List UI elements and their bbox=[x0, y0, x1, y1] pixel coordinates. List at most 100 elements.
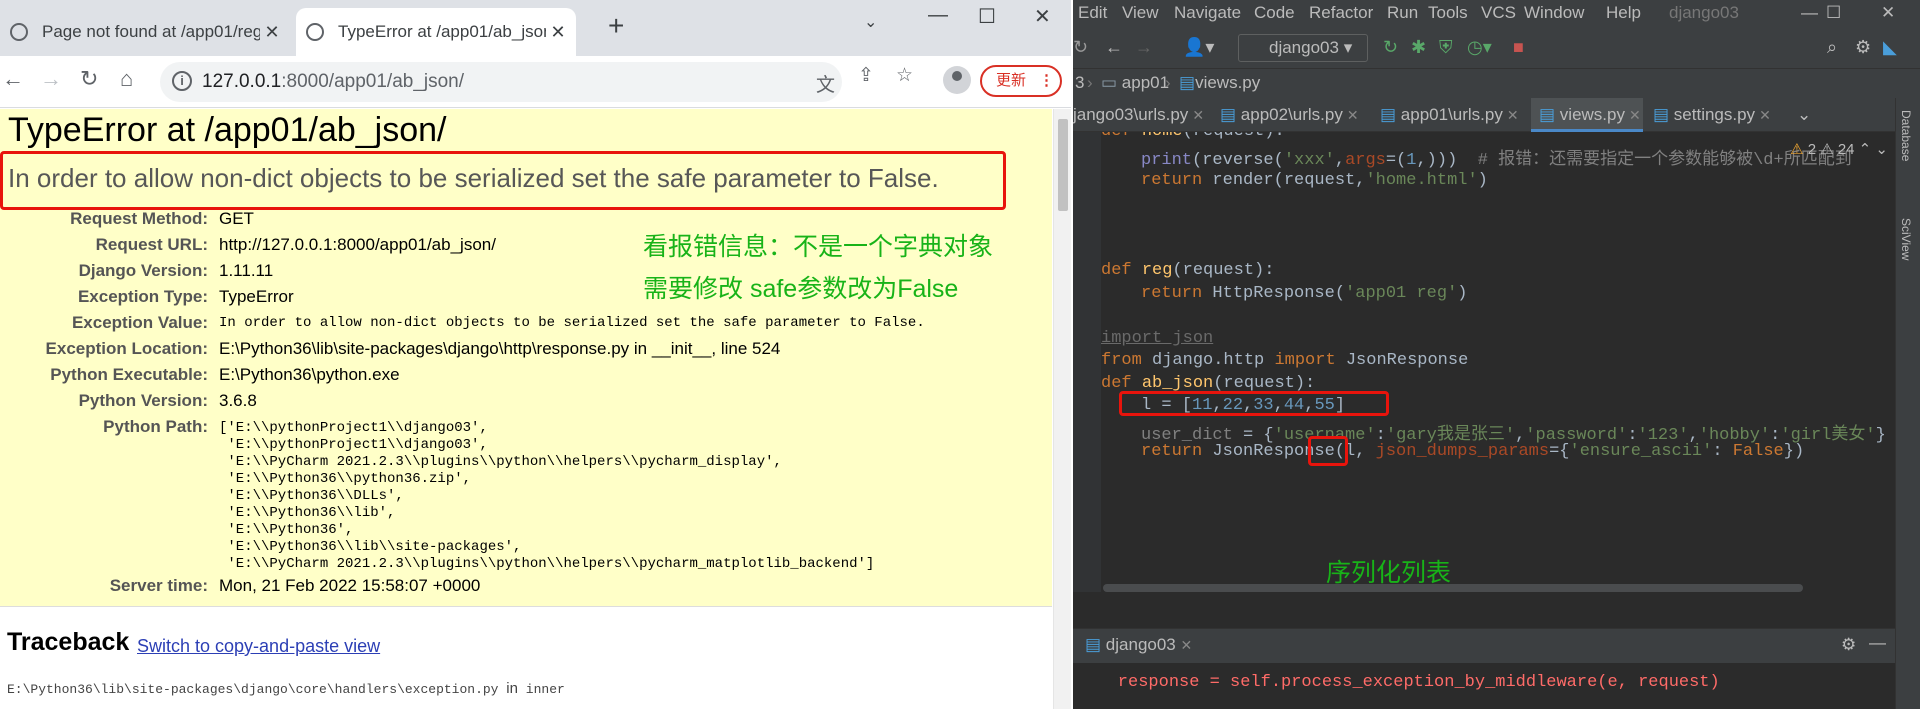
minimize-icon[interactable]: — bbox=[1801, 3, 1818, 23]
tab-strip: Page not found at /app01/reg ✕ TypeError… bbox=[0, 0, 1071, 56]
tab-search-icon[interactable]: ⌄ bbox=[864, 12, 877, 32]
page-scrollbar[interactable] bbox=[1053, 109, 1071, 709]
gear-icon[interactable]: ⚙ bbox=[1855, 37, 1871, 58]
minimize-icon[interactable]: — bbox=[928, 4, 948, 27]
code-line: print(reverse('xxx',args=(1,))) # 报错：还需要… bbox=[1141, 151, 1852, 170]
copy-paste-view-link[interactable]: Switch to copy-and-paste view bbox=[137, 636, 380, 657]
tab-label: settings.py bbox=[1673, 105, 1756, 124]
inspection-widget[interactable]: ⚠ 2 ⚠ 24 ⌃ ⌄ bbox=[1790, 140, 1888, 158]
gear-icon[interactable]: ⚙ bbox=[1841, 635, 1856, 655]
menu-run[interactable]: Run bbox=[1387, 3, 1418, 23]
scrollbar-thumb[interactable] bbox=[1058, 119, 1068, 211]
tab-app02-urls[interactable]: ▤ app02\urls.py ✕ bbox=[1220, 98, 1370, 132]
python-file-icon: ▤ bbox=[1380, 105, 1397, 124]
debug-icon[interactable]: ✱ bbox=[1411, 37, 1426, 58]
meta-value: TypeError bbox=[219, 287, 294, 306]
forward-arrow-icon[interactable]: → bbox=[1135, 37, 1153, 58]
stop-icon[interactable]: ■ bbox=[1513, 37, 1524, 58]
tab-django03-urls[interactable]: jango03\urls.py ✕ bbox=[1073, 98, 1215, 132]
python-file-icon: ▤ bbox=[1085, 635, 1102, 654]
folder-icon: ▭ bbox=[1101, 73, 1118, 92]
menu-edit[interactable]: Edit bbox=[1078, 3, 1107, 23]
bookmark-star-icon[interactable]: ☆ bbox=[896, 64, 913, 87]
new-tab-button[interactable]: + bbox=[608, 10, 624, 42]
site-info-icon[interactable]: i bbox=[172, 71, 192, 91]
translate-icon[interactable]: 文 bbox=[816, 70, 835, 97]
back-arrow-icon[interactable]: ← bbox=[2, 66, 24, 92]
menu-help[interactable]: Help bbox=[1606, 3, 1641, 23]
run-config-select[interactable]: django03 ▾ bbox=[1238, 34, 1368, 62]
python-file-icon: ▤ bbox=[1220, 105, 1237, 124]
close-tab-icon[interactable]: ✕ bbox=[1507, 107, 1519, 123]
highlight-box bbox=[1119, 391, 1389, 416]
close-tab-icon[interactable]: ✕ bbox=[1629, 107, 1641, 123]
tab-app01-urls[interactable]: ▤ app01\urls.py ✕ bbox=[1380, 98, 1536, 132]
hide-panel-icon[interactable]: — bbox=[1869, 633, 1886, 653]
address-bar[interactable]: i 127.0.0.1:8000/app01/ab_json/ 文 bbox=[160, 62, 842, 102]
tab-settings[interactable]: ▤ settings.py ✕ bbox=[1653, 98, 1793, 132]
menu-window[interactable]: Window bbox=[1524, 3, 1584, 23]
tab-views[interactable]: ▤ views.py ✕ bbox=[1531, 98, 1643, 132]
annotation-line: 需要修改 safe参数改为False bbox=[643, 275, 959, 303]
close-tab-icon[interactable]: ✕ bbox=[260, 22, 284, 43]
run-config-label: django03 bbox=[1269, 38, 1339, 57]
code-line: import json bbox=[1101, 329, 1214, 348]
forward-arrow-icon[interactable]: → bbox=[40, 66, 62, 92]
tab-label: views.py bbox=[1559, 105, 1625, 124]
profile-avatar[interactable] bbox=[943, 66, 971, 94]
maximize-icon[interactable]: ☐ bbox=[978, 4, 996, 29]
warning-count: 2 bbox=[1807, 141, 1817, 158]
meta-value: 1.11.11 bbox=[219, 261, 274, 280]
maximize-icon[interactable]: ☐ bbox=[1826, 3, 1841, 23]
close-window-icon[interactable]: ✕ bbox=[1881, 3, 1895, 23]
browser-tab-page-not-found[interactable]: Page not found at /app01/reg ✕ bbox=[0, 8, 290, 56]
profile-icon[interactable]: ◷▾ bbox=[1467, 37, 1492, 58]
url-text[interactable]: 127.0.0.1:8000/app01/ab_json/ bbox=[202, 71, 464, 93]
menu-navigate[interactable]: Navigate bbox=[1174, 3, 1241, 23]
annotation-note: 看报错信息：不是一个字典对象 需要修改 safe参数改为False bbox=[643, 226, 993, 310]
code-area[interactable]: def home(request): print(reverse('xxx',a… bbox=[1101, 132, 1895, 592]
meta-key: Request Method: bbox=[70, 209, 208, 228]
more-menu-icon[interactable]: ⋮ bbox=[1039, 67, 1054, 95]
menu-vcs[interactable]: VCS bbox=[1481, 3, 1516, 23]
browser-tab-typeerror[interactable]: TypeError at /app01/ab_json/ ✕ bbox=[296, 8, 576, 56]
breadcrumb-file[interactable]: ▤views.py bbox=[1179, 73, 1260, 93]
url-path: :8000/app01/ab_json/ bbox=[281, 71, 465, 92]
menu-bar: Edit View Navigate Code Refactor Run Too… bbox=[1073, 0, 1920, 28]
right-tool-strip: Database SciView bbox=[1895, 98, 1920, 709]
reload-icon[interactable]: ↻ bbox=[80, 66, 98, 92]
code-editor[interactable]: def home(request): print(reverse('xxx',a… bbox=[1073, 132, 1895, 592]
sciview-tool[interactable]: SciView bbox=[1899, 218, 1913, 260]
close-window-icon[interactable]: ✕ bbox=[1034, 4, 1051, 29]
close-tab-icon[interactable]: ✕ bbox=[1759, 107, 1771, 123]
search-icon[interactable]: ⌕ bbox=[1827, 37, 1837, 58]
close-tab-icon[interactable]: ✕ bbox=[1347, 107, 1359, 123]
breadcrumb-prefix[interactable]: 3 bbox=[1075, 73, 1084, 93]
menu-view[interactable]: View bbox=[1122, 3, 1159, 23]
tab-label: app02\urls.py bbox=[1240, 105, 1343, 124]
editor-horizontal-scrollbar[interactable] bbox=[1103, 584, 1803, 592]
database-tool[interactable]: Database bbox=[1899, 110, 1913, 161]
close-tab-icon[interactable]: ✕ bbox=[546, 22, 570, 43]
menu-code[interactable]: Code bbox=[1254, 3, 1295, 23]
traceback-heading: Traceback bbox=[7, 628, 130, 656]
traceback-frame[interactable]: E:\Python36\lib\site-packages\django\cor… bbox=[7, 680, 565, 697]
jetbrains-icon[interactable]: ◣ bbox=[1883, 37, 1897, 58]
meta-value: 3.6.8 bbox=[219, 391, 257, 410]
close-tab-icon[interactable]: ✕ bbox=[1181, 637, 1193, 653]
meta-key: Exception Location: bbox=[45, 339, 208, 358]
run-tab[interactable]: ▤ django03 ✕ bbox=[1085, 635, 1192, 655]
close-tab-icon[interactable]: ✕ bbox=[1192, 107, 1204, 123]
tabs-menu-icon[interactable]: ⌄ bbox=[1797, 105, 1811, 125]
menu-tools[interactable]: Tools bbox=[1428, 3, 1468, 23]
coverage-icon[interactable]: ⛨ bbox=[1439, 37, 1453, 58]
breadcrumb-folder[interactable]: ▭ app01 bbox=[1101, 73, 1169, 93]
share-icon[interactable]: ⇪ bbox=[858, 64, 874, 87]
menu-refactor[interactable]: Refactor bbox=[1309, 3, 1373, 23]
vcs-user-icon[interactable]: 👤▾ bbox=[1183, 37, 1214, 58]
sync-icon[interactable]: ↻ bbox=[1073, 37, 1088, 58]
update-button[interactable]: 更新 ⋮ bbox=[980, 65, 1062, 97]
home-icon[interactable]: ⌂ bbox=[120, 66, 133, 92]
back-arrow-icon[interactable]: ← bbox=[1105, 37, 1123, 58]
rerun-icon[interactable]: ↻ bbox=[1383, 37, 1398, 58]
